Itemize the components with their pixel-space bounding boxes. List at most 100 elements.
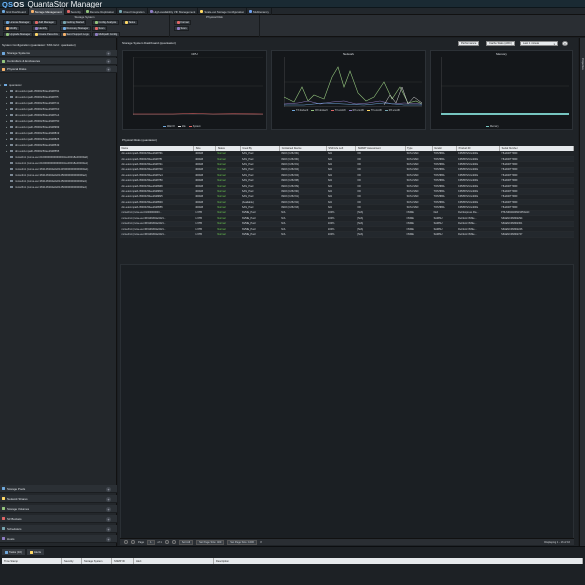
toolbar-button[interactable]: Getting Started xyxy=(60,20,87,25)
toolbar-button[interactable]: License Manager xyxy=(3,20,32,25)
left-section[interactable]: Storage Systems + xyxy=(0,50,117,57)
left-bottom-section[interactable]: Storage Volumes + xyxy=(0,505,117,513)
toolbar-button[interactable]: Add Manager xyxy=(32,20,57,25)
page-input[interactable]: 1 xyxy=(147,539,155,545)
toolbar-button[interactable]: Format xyxy=(174,20,192,25)
tree-item[interactable]: nvme5n1 (nvme-eui.363146304e022145000000… xyxy=(0,184,117,190)
toolbar-group-physical-disk: Physical Disk Format Scan xyxy=(170,15,260,37)
page-label: Page xyxy=(138,540,145,544)
physical-disks-tab[interactable]: Physical Disks (quantastor) xyxy=(120,137,200,143)
module-tab[interactable]: High-availability VIF Management xyxy=(148,8,199,15)
page-size-1000-button[interactable]: Set Page Size: 1000 xyxy=(227,539,257,545)
tasks-tab[interactable]: Tasks (16) xyxy=(2,549,25,555)
col-snmp-id[interactable]: SNMP ID xyxy=(112,558,134,564)
next-page-button[interactable] xyxy=(164,540,169,544)
table-row[interactable]: nvme4n1 (nvme-eui.363146304e0221... 1.6TB… xyxy=(120,231,574,238)
memory-chart: Memory Memory xyxy=(430,50,573,130)
table-cell: nvme4n1 (nvme-eui.363146304e0221... xyxy=(120,231,194,238)
add-icon[interactable]: + xyxy=(106,496,111,502)
legend-tx-ens1f0-b: TX:ens1f0 xyxy=(366,109,382,112)
ribbon-toolbar: Storage System License Manager Modify Upgr… xyxy=(0,15,585,37)
performance-button[interactable]: Performance xyxy=(458,41,480,46)
table-pager: Page 1 of 1 Sort All Set Page Size: 400 … xyxy=(120,538,574,545)
legend-tx-ens1f0: TX:ens1f0 xyxy=(330,109,346,112)
cpu-chart-plot xyxy=(133,57,263,115)
left-bottom-section[interactable]: Storage Pools + xyxy=(0,485,117,493)
first-page-button[interactable] xyxy=(124,540,128,544)
cpu-chart: CPU Wait IO Idle System xyxy=(122,50,267,130)
prev-page-button[interactable] xyxy=(131,540,135,544)
col-description[interactable]: Description xyxy=(214,558,583,564)
add-icon[interactable]: + xyxy=(106,67,111,72)
network-chart: Network TX:docker0 RX:docker0 TX:ens1f0 … xyxy=(271,50,426,130)
properties-strip[interactable]: Properties xyxy=(579,38,585,546)
legend-rx-ens1f0-b: RX:ens1f0 xyxy=(384,109,400,112)
title-bar: QSOS QuantaStor Manager xyxy=(0,0,585,9)
toolbar-button[interactable]: Tasks xyxy=(122,20,138,25)
toolbar-button[interactable]: Send Support Logs xyxy=(60,32,92,37)
time-range-select[interactable]: Last 1 minute ▾ xyxy=(520,41,558,46)
module-tab[interactable]: Cloud Integration xyxy=(117,8,148,15)
dashboard-title: Storage System Dashboard (quantastor) xyxy=(122,41,176,45)
physical-disks-table: Name Size Status Used By Contained Device SSD… xyxy=(120,146,574,238)
col-time-stamp[interactable]: Time Stamp xyxy=(2,558,62,564)
module-tab[interactable]: Storage Management xyxy=(28,8,65,15)
table-cell: 100% xyxy=(326,231,356,238)
last-page-button[interactable] xyxy=(171,540,176,544)
add-icon[interactable]: + xyxy=(106,516,111,522)
toolbar-button[interactable]: Scan xyxy=(92,26,107,31)
legend-rx-ens1f0: RX:ens1f0 xyxy=(348,109,364,112)
sort-all-button[interactable]: Sort All xyxy=(178,539,194,545)
tab-icon xyxy=(85,10,89,13)
toolbar-button[interactable]: Upgrade Manager xyxy=(3,32,33,37)
tab-icon xyxy=(119,10,123,13)
left-bottom-section[interactable]: Schedulers + xyxy=(0,525,117,533)
refresh-icon[interactable]: ⟳ xyxy=(562,41,568,46)
memory-chart-title: Memory xyxy=(496,52,507,56)
physical-disks-panel: Physical Disks (quantastor) Name Size Stat… xyxy=(118,134,578,546)
alerts-table-header: Time Stamp Severity Storage System SNMP … xyxy=(2,558,583,564)
toolbar-button[interactable]: Create Pass-thru xyxy=(32,32,61,37)
toolbar-button[interactable]: Identify xyxy=(32,26,50,31)
add-icon[interactable]: + xyxy=(106,59,111,64)
table-cell: SAMSU xyxy=(432,231,457,238)
module-tab[interactable]: Multitenancy xyxy=(247,8,272,15)
group-title: Storage System xyxy=(74,15,95,19)
table-cell: S61ENC0N802747 xyxy=(499,231,574,238)
left-section[interactable]: Controllers & Enclosures + xyxy=(0,58,117,65)
toolbar-button[interactable]: Recovery Manager xyxy=(60,26,91,31)
add-icon[interactable]: + xyxy=(106,526,111,532)
refresh-icon[interactable]: ⟳ xyxy=(260,541,262,544)
left-bottom-section[interactable]: Network Shares + xyxy=(0,495,117,503)
module-tab[interactable]: Remote Replication xyxy=(84,8,118,15)
toolbar-button[interactable]: Modify xyxy=(3,26,20,31)
toolbar-button[interactable]: Config Analysis xyxy=(92,20,119,25)
add-icon[interactable]: + xyxy=(106,536,111,542)
cpu-chart-title: CPU xyxy=(191,52,198,56)
left-section[interactable]: Physical Disks + xyxy=(0,66,117,73)
table-cell: Normal xyxy=(215,231,241,238)
toolbar-button[interactable]: Multipath Config xyxy=(92,32,120,37)
left-bottom-section[interactable]: S3 Buckets + xyxy=(0,515,117,523)
tab-icon xyxy=(249,10,253,13)
add-icon[interactable]: + xyxy=(106,51,111,56)
col-storage-system[interactable]: Storage System xyxy=(82,558,112,564)
module-tab[interactable]: Scale-out Storage Configuration xyxy=(198,8,248,15)
page-size-400-button[interactable]: Set Page Size: 400 xyxy=(196,539,225,545)
tab-icon xyxy=(149,10,153,13)
col-severity[interactable]: Severity xyxy=(62,558,82,564)
module-tab[interactable]: Security xyxy=(65,8,84,15)
legend-memory: Memory xyxy=(486,125,499,128)
cache-stats-button[interactable]: Cache Stats (ARC) xyxy=(486,41,515,46)
col-alert[interactable]: Alert xyxy=(134,558,214,564)
toolbar-button[interactable]: Scan xyxy=(174,26,189,31)
alerts-tab[interactable]: Alerts xyxy=(26,549,45,555)
module-tab[interactable]: Grid Dashboard xyxy=(0,8,29,15)
add-icon[interactable]: + xyxy=(106,506,111,512)
legend-tx-docker0: TX:docker0 xyxy=(292,109,308,112)
group-title: Physical Disk xyxy=(206,15,223,19)
left-bottom-section[interactable]: Hosts + xyxy=(0,535,117,543)
page-of: of 1 xyxy=(157,540,162,544)
add-icon[interactable]: + xyxy=(106,486,111,492)
table-cell: Dell Ent NVMe... xyxy=(456,231,500,238)
